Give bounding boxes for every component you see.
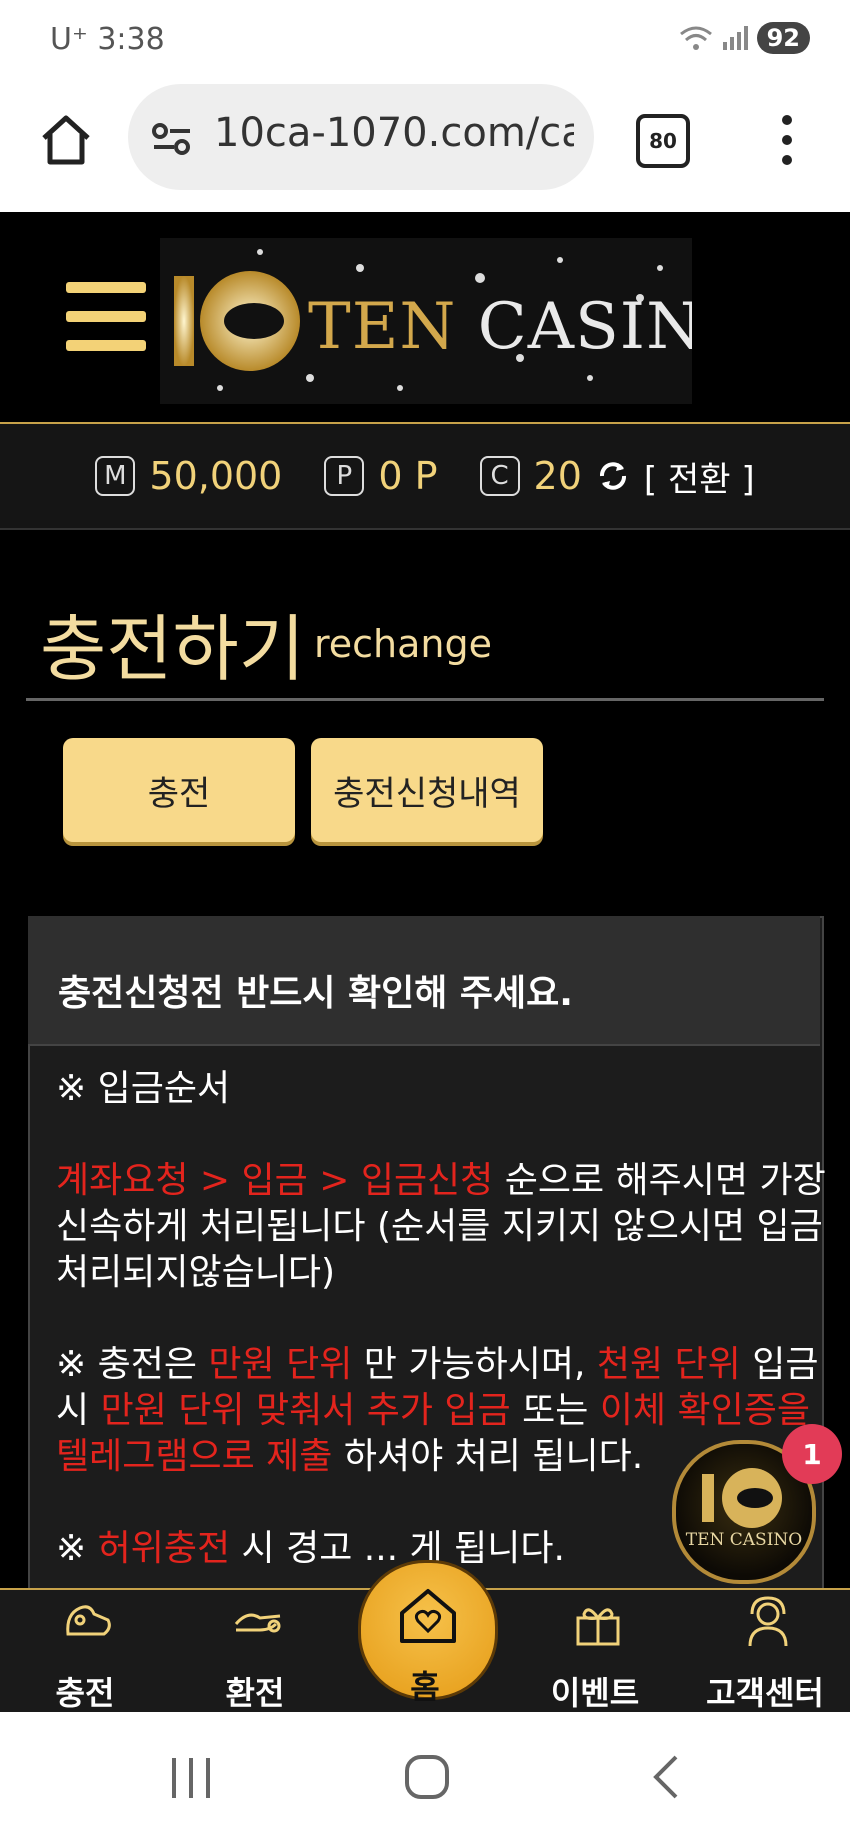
notice-text: 또는 bbox=[510, 1390, 600, 1431]
logo-ten: TEN bbox=[308, 290, 457, 364]
exchange-icon bbox=[234, 1613, 281, 1633]
status-carrier-time: U⁺ 3:38 bbox=[50, 22, 165, 57]
money-balance: 50,000 bbox=[149, 454, 283, 498]
convert-button[interactable]: [ 전환 ] bbox=[644, 452, 755, 501]
gift-icon bbox=[576, 1608, 620, 1646]
support-agent-icon bbox=[748, 1596, 788, 1647]
tab-charge[interactable]: 충전 bbox=[63, 738, 295, 842]
notice-red-text: 만원 단위 맞춰서 추가 입금 bbox=[100, 1390, 511, 1431]
nav-event[interactable]: 이벤트 bbox=[530, 1588, 660, 1712]
nav-home-label: 홈 bbox=[410, 1668, 440, 1706]
notification-badge: 1 bbox=[782, 1424, 842, 1484]
logo-mark-icon bbox=[702, 1468, 782, 1528]
wifi-icon bbox=[679, 26, 712, 50]
notice-text: ※ bbox=[56, 1528, 98, 1569]
notice-text: 하셔야 처리 됩니다. bbox=[332, 1436, 644, 1477]
page-subtitle: rechange bbox=[314, 622, 493, 666]
logo-wordmark: TEN CASINO bbox=[308, 290, 692, 364]
point-label-icon: P bbox=[324, 456, 365, 496]
nav-support[interactable]: 고객센터 bbox=[700, 1588, 830, 1712]
title-divider bbox=[26, 698, 824, 701]
logo-casino: CASINO bbox=[477, 290, 692, 364]
notice-red-text: 계좌요청 > 입금 > 입금신청 bbox=[56, 1160, 494, 1201]
tab-charge-history[interactable]: 충전신청내역 bbox=[311, 738, 543, 842]
hamburger-menu-icon[interactable] bbox=[66, 282, 146, 352]
signal-icon bbox=[722, 26, 748, 50]
recent-apps-icon[interactable] bbox=[168, 1756, 214, 1800]
site-logo[interactable]: TEN CASINO bbox=[160, 238, 692, 404]
page-title: 충전하기 bbox=[40, 607, 305, 691]
site-settings-icon[interactable] bbox=[150, 119, 194, 159]
notice-red-text: 천원 단위 bbox=[596, 1344, 741, 1385]
notice-paragraph-order: 계좌요청 > 입금 > 입금신청 순으로 해주시면 가장 신속하게 처리됩니다 … bbox=[56, 1158, 826, 1296]
more-options-icon[interactable] bbox=[772, 112, 802, 168]
url-text[interactable]: 10ca-1070.com/casino bbox=[214, 110, 574, 156]
notice-text: 만 가능하시며, bbox=[352, 1344, 597, 1385]
refresh-icon[interactable] bbox=[596, 459, 630, 493]
notice-red-text: 허위충전 bbox=[97, 1528, 231, 1569]
balance-bar: M 50,000 P 0 P C 20 [ 전환 ] bbox=[0, 424, 850, 530]
notice-red-text: 만원 단위 bbox=[208, 1344, 353, 1385]
nav-exchange[interactable]: 환전 bbox=[190, 1588, 320, 1712]
nav-charge-label: 충전 bbox=[55, 1674, 115, 1712]
back-icon[interactable] bbox=[650, 1754, 680, 1800]
tab-switcher-button[interactable]: 80 bbox=[636, 114, 690, 168]
floating-logo-text: TEN CASINO bbox=[685, 1530, 803, 1550]
point-balance: 0 P bbox=[378, 454, 438, 498]
coupon-label-icon: C bbox=[479, 456, 520, 496]
system-icons: 92 bbox=[679, 22, 810, 54]
home-heart-icon bbox=[400, 1589, 456, 1643]
nav-support-label: 고객센터 bbox=[706, 1674, 824, 1712]
nav-charge[interactable]: 충전 bbox=[20, 1588, 150, 1712]
nav-exchange-label: 환전 bbox=[225, 1674, 285, 1712]
battery-level: 92 bbox=[756, 22, 810, 54]
home-system-icon[interactable] bbox=[404, 1754, 450, 1800]
charge-icon bbox=[66, 1605, 111, 1636]
coupon-balance: 20 bbox=[533, 454, 582, 498]
money-label-icon: M bbox=[95, 456, 136, 496]
notice-text: 시 경고 ... 게 됩니다. bbox=[230, 1528, 565, 1569]
notice-text: ※ 충전은 bbox=[56, 1344, 209, 1385]
home-icon[interactable] bbox=[36, 110, 96, 170]
nav-event-label: 이벤트 bbox=[550, 1674, 640, 1712]
notice-heading: 충전신청전 반드시 확인해 주세요. bbox=[58, 973, 573, 1014]
notice-deposit-order: ※ 입금순서 bbox=[56, 1068, 231, 1109]
